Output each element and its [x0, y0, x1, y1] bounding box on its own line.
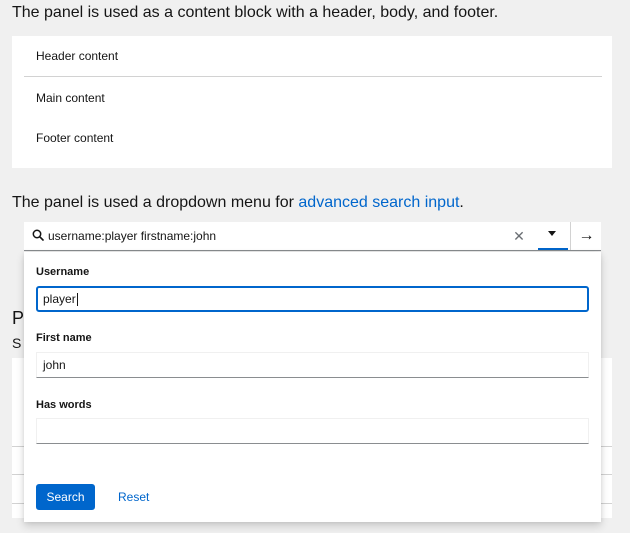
close-icon: ✕ — [513, 228, 525, 244]
panel-divider — [24, 76, 602, 77]
panel-body: Main content — [36, 91, 105, 105]
first-name-label: First name — [36, 332, 92, 344]
caret-down-icon — [548, 231, 556, 236]
dropdown-description-text: The panel is used a dropdown menu for — [12, 194, 299, 211]
search-value[interactable]: username:player firstname:john — [48, 229, 216, 243]
text-cursor — [76, 293, 78, 307]
has-words-label: Has words — [36, 399, 92, 411]
clear-button[interactable]: ✕ — [508, 226, 530, 246]
advanced-search-panel: Username player First name john Has word… — [24, 252, 601, 522]
advanced-search-link[interactable]: advanced search input — [298, 194, 459, 211]
dropdown-description: The panel is used a dropdown menu for ad… — [12, 194, 464, 212]
panel-description: The panel is used as a content block wit… — [12, 4, 499, 21]
search-submit-button[interactable]: → — [570, 222, 602, 250]
reset-button[interactable]: Reset — [118, 484, 149, 510]
panel-footer: Footer content — [36, 131, 114, 145]
content-panel: Header content Main content Footer conte… — [12, 36, 612, 168]
panel-header: Header content — [36, 49, 119, 63]
username-value: player — [43, 292, 76, 306]
dropdown-description-suffix: . — [459, 194, 464, 211]
search-button[interactable]: Search — [36, 484, 95, 510]
background-subheading: S — [12, 335, 22, 351]
background-heading: P — [12, 308, 25, 328]
arrow-right-icon: → — [578, 227, 595, 244]
username-label: Username — [36, 266, 90, 278]
search-input[interactable]: username:player firstname:john ✕ → — [24, 222, 601, 251]
has-words-field[interactable] — [36, 418, 589, 444]
username-field[interactable]: player — [36, 286, 589, 312]
search-icon — [32, 228, 44, 246]
first-name-field[interactable]: john — [36, 352, 589, 378]
advanced-toggle-button[interactable] — [538, 222, 568, 250]
